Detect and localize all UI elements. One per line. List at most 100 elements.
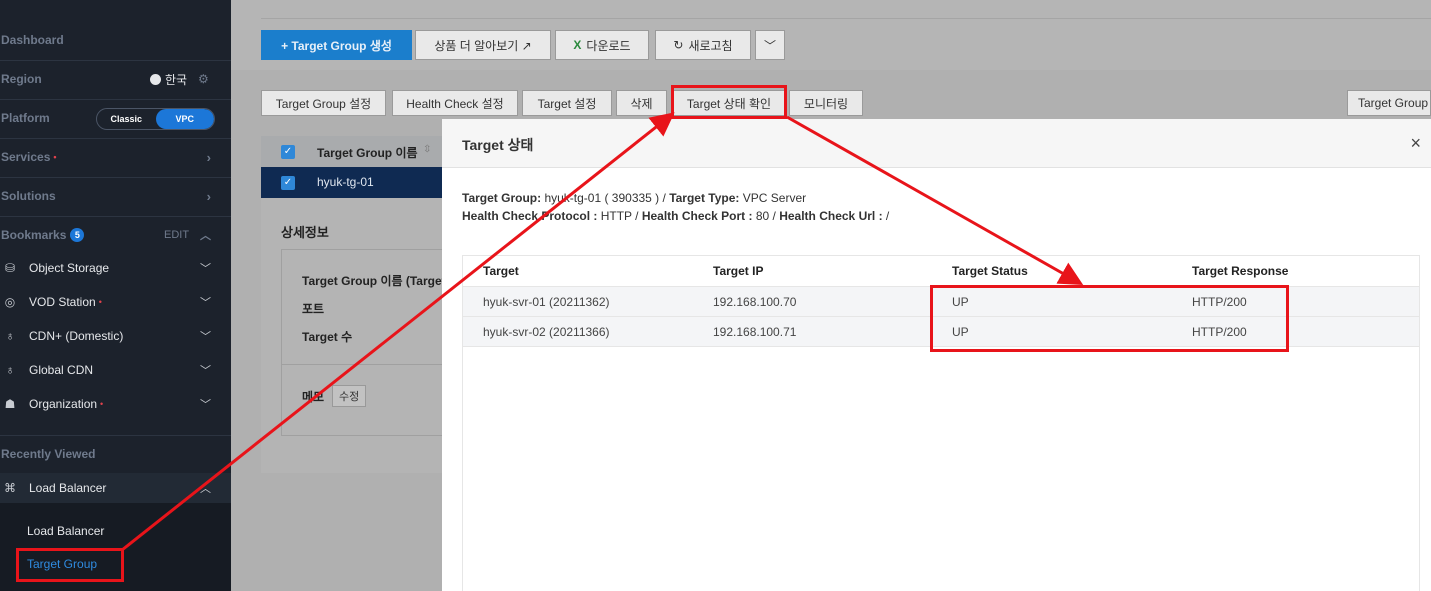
hcp-value: HTTP /	[597, 209, 642, 223]
memo-label: 메모	[302, 390, 325, 404]
download-button[interactable]: X 다운로드	[555, 30, 649, 60]
detail-title: 상세정보	[281, 225, 329, 240]
required-dot: •	[53, 152, 57, 162]
table-border-right	[1419, 346, 1420, 591]
sub-item-load-balancer[interactable]: Load Balancer	[0, 523, 231, 539]
health-check-settings-button[interactable]: Health Check 설정	[392, 90, 518, 116]
target-status-modal: Target 상태 × Target Group: hyuk-tg-01 ( 3…	[442, 119, 1431, 591]
target-settings-button[interactable]: Target 설정	[522, 90, 612, 116]
action-label: 삭제	[630, 96, 653, 111]
region-value: 한국	[150, 71, 187, 88]
tg-value: hyuk-tg-01 ( 390335 ) /	[541, 191, 670, 205]
tt-label: Target Type:	[669, 191, 740, 205]
highlight-status-button	[671, 85, 787, 119]
organization-icon: ☗	[4, 397, 16, 411]
divider	[282, 364, 443, 365]
sort-icon[interactable]: ⇳	[423, 144, 431, 155]
platform-toggle[interactable]: Classic VPC	[96, 108, 215, 130]
sidebar-dashboard-label: Dashboard	[1, 33, 64, 47]
divider	[0, 177, 231, 178]
memo-edit-button[interactable]: 수정	[332, 385, 367, 407]
target-group-right-button[interactable]: Target Group	[1347, 90, 1431, 116]
bookmark-vod-station[interactable]: ◎ VOD Station • ﹀	[0, 294, 231, 310]
bookmark-label: Global CDN	[29, 363, 94, 377]
divider	[0, 138, 231, 139]
sidebar-region[interactable]: Region 한국 ⚙	[0, 71, 231, 87]
chevron-up-icon: ︿	[200, 483, 211, 495]
action-label: Target 설정	[537, 96, 597, 111]
refresh-button[interactable]: ↻ 새로고침	[655, 30, 751, 60]
table-header: Target Target IP Target Status Target Re…	[463, 256, 1419, 287]
detail-box: Target Group 이름 (TargetG 포트 Target 수 메모 …	[281, 249, 455, 436]
tg-label: Target Group:	[462, 191, 542, 205]
chevron-down-icon: ﹀	[200, 263, 211, 275]
required-dot: •	[98, 297, 102, 307]
bookmark-object-storage[interactable]: ⛁ Object Storage ﹀	[0, 260, 231, 276]
action-label: 모니터링	[803, 96, 849, 111]
bookmarks-label: Bookmarks	[1, 228, 67, 242]
chevron-right-icon: ›	[206, 188, 211, 204]
hcurl-value: /	[882, 209, 890, 223]
sidebar-solutions[interactable]: Solutions ›	[0, 188, 231, 204]
refresh-icon: ↻	[673, 38, 684, 52]
learn-more-button[interactable]: 상품 더 알아보기 ↗	[415, 30, 551, 60]
required-dot: •	[100, 399, 104, 409]
table-row[interactable]: ✓ hyuk-tg-01	[261, 167, 442, 198]
learn-more-label: 상품 더 알아보기 ↗	[434, 38, 532, 53]
row-checkbox[interactable]: ✓	[281, 176, 295, 190]
close-icon[interactable]: ×	[1410, 133, 1421, 154]
table-border-left	[462, 346, 463, 591]
highlight-target-group	[16, 548, 124, 582]
hcurl-label: Health Check Url :	[779, 209, 883, 223]
chevron-up-icon[interactable]: ︿	[200, 227, 211, 243]
bookmark-cdn-domestic[interactable]: ♁ CDN+ (Domestic) ﹀	[0, 328, 231, 344]
region-label: Region	[1, 72, 42, 86]
row-name: hyuk-tg-01	[317, 175, 374, 189]
cdn-icon: ♁	[5, 329, 15, 343]
health-check-info: Health Check Protocol : HTTP / Health Ch…	[462, 209, 889, 223]
select-all-checkbox[interactable]: ✓	[281, 145, 295, 159]
right-button-label: Target Group	[1358, 96, 1429, 110]
hcp-label: Health Check Protocol :	[462, 209, 598, 223]
gear-icon[interactable]: ⚙	[198, 72, 209, 86]
platform-vpc[interactable]: VPC	[155, 109, 214, 129]
more-dropdown-button[interactable]: ﹀	[755, 30, 785, 60]
solutions-label: Solutions	[1, 189, 56, 203]
detail-section: 상세정보 Target Group 이름 (TargetG 포트 Target …	[261, 198, 455, 473]
refresh-label: 새로고침	[688, 38, 733, 53]
tt-value: VPC Server	[739, 191, 807, 205]
load-balancer-icon: ⌘	[4, 481, 16, 495]
download-label: 다운로드	[586, 38, 631, 53]
bookmark-label: Object Storage	[29, 261, 110, 275]
storage-icon: ⛁	[4, 261, 16, 275]
recent-load-balancer[interactable]: ⌘ Load Balancer ︿	[0, 473, 231, 503]
vod-icon: ◎	[4, 295, 16, 309]
list-header-label: Target Group 이름	[317, 146, 418, 160]
col-target-ip: Target IP	[713, 264, 764, 278]
services-label: Services	[1, 150, 51, 164]
global-cdn-icon: ♁	[5, 363, 15, 377]
sidebar-dashboard[interactable]: Dashboard	[0, 32, 231, 48]
korea-flag-icon	[150, 73, 161, 85]
create-label: + Target Group 생성	[281, 38, 392, 53]
highlight-status-cells	[930, 285, 1289, 352]
delete-button[interactable]: 삭제	[616, 90, 667, 116]
monitoring-button[interactable]: 모니터링	[789, 90, 863, 116]
bookmark-global-cdn[interactable]: ♁ Global CDN ﹀	[0, 362, 231, 378]
bookmarks-edit-button[interactable]: EDIT	[164, 229, 189, 241]
divider	[0, 60, 231, 61]
recent-group-label: Load Balancer	[29, 481, 107, 495]
create-target-group-button[interactable]: + Target Group 생성	[261, 30, 412, 60]
detail-field-name: Target Group 이름 (TargetG	[302, 274, 455, 288]
sidebar-services[interactable]: Services • ›	[0, 149, 231, 165]
chevron-down-icon: ﹀	[200, 365, 211, 377]
sub-item-label: Load Balancer	[27, 524, 105, 538]
bookmark-label: Organization	[29, 397, 98, 411]
tg-settings-button[interactable]: Target Group 설정	[261, 90, 386, 116]
col-target: Target	[483, 264, 519, 278]
chevron-down-icon: ﹀	[763, 38, 776, 53]
bookmark-organization[interactable]: ☗ Organization • ﹀	[0, 396, 231, 412]
region-value-text: 한국	[165, 72, 188, 87]
modal-title: Target 상태	[462, 137, 534, 153]
platform-classic[interactable]: Classic	[97, 109, 156, 129]
